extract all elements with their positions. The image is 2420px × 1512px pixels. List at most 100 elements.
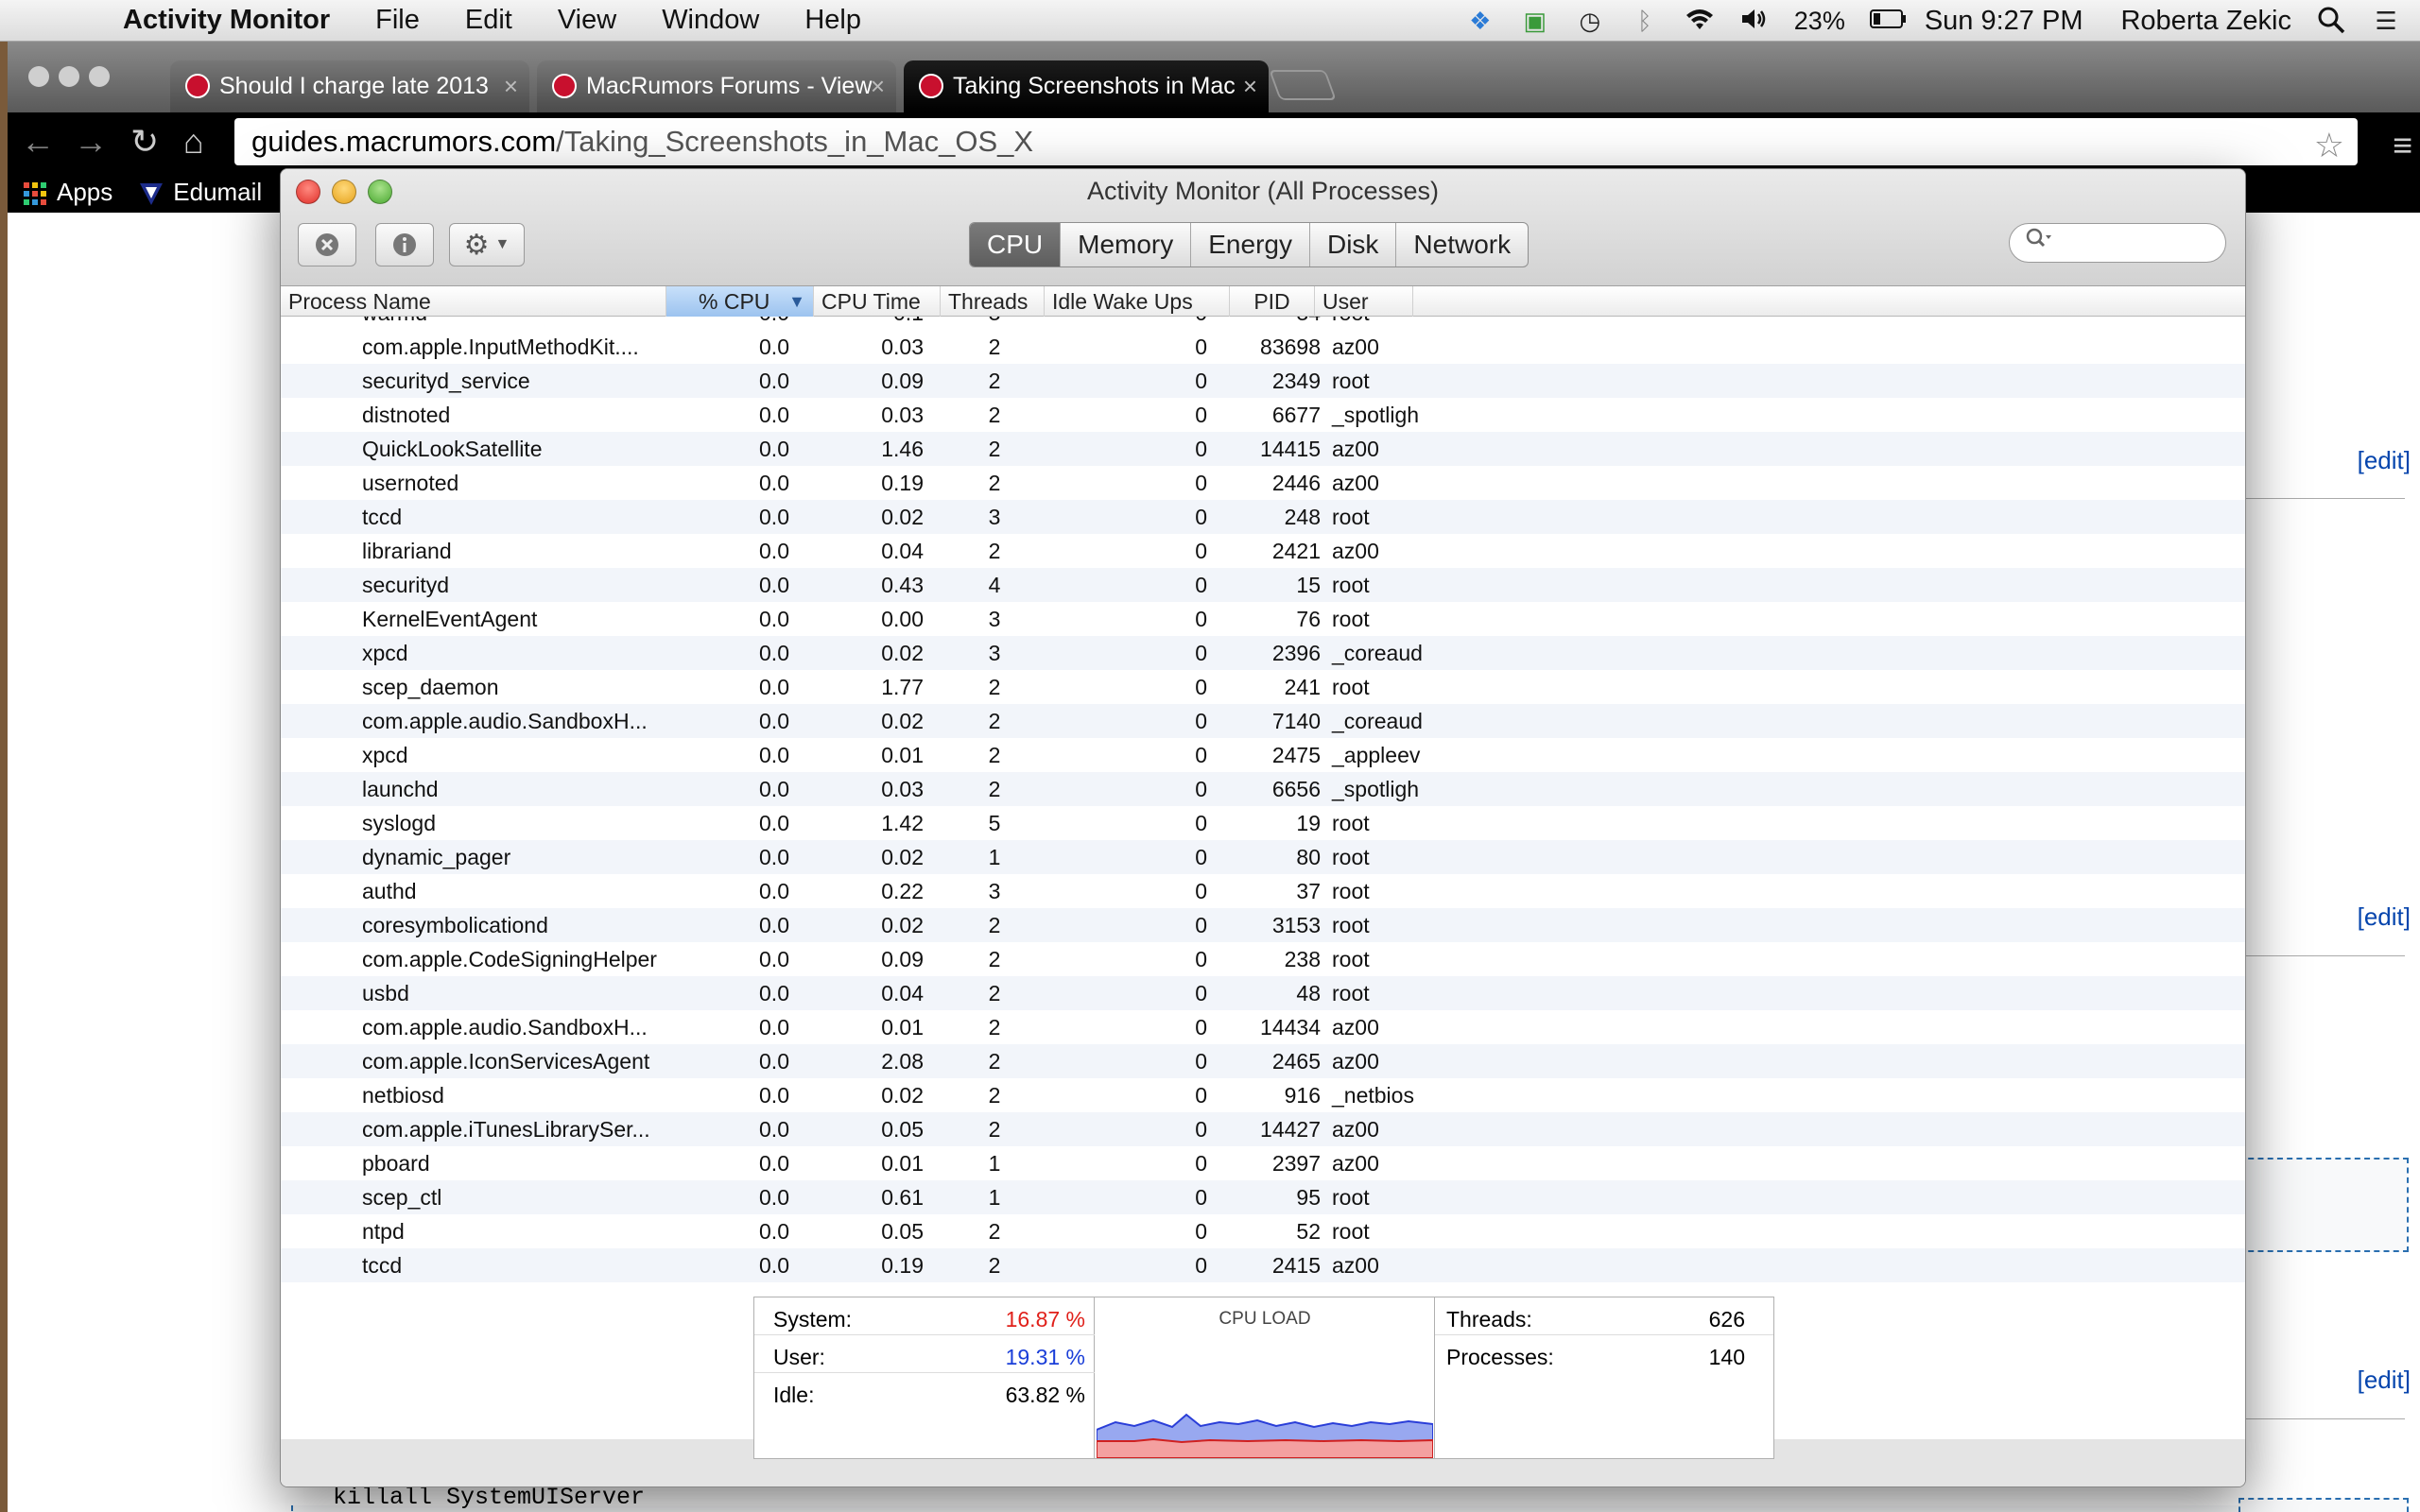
table-row[interactable]: netbiosd 0.0 0.02 2 0 916 _netbios (281, 1078, 2245, 1112)
battery-percent[interactable]: 23% (1794, 7, 1845, 36)
column-process-name[interactable]: Process Name (281, 286, 666, 317)
app-menu[interactable]: Activity Monitor (100, 5, 353, 36)
forward-icon[interactable]: → (74, 122, 108, 162)
table-row[interactable]: coresymbolicationd 0.0 0.02 2 0 3153 root (281, 908, 2245, 942)
browser-zoom-button[interactable] (89, 66, 110, 87)
table-row[interactable]: pboard 0.0 0.01 1 0 2397 az00 (281, 1146, 2245, 1180)
table-row[interactable]: com.apple.iTunesLibrarySer... 0.0 0.05 2 0 14… (281, 1112, 2245, 1146)
column-idle-wake-ups[interactable]: Idle Wake Ups (1045, 286, 1230, 317)
notification-center-icon[interactable]: ☰ (2371, 6, 2401, 36)
table-row[interactable]: usbd 0.0 0.04 2 0 48 root (281, 976, 2245, 1010)
inspect-process-button[interactable] (375, 223, 434, 266)
close-tab-icon[interactable]: × (871, 72, 885, 101)
cpu-percent: 0.0 (759, 505, 789, 529)
tab-title: Taking Screenshots in Mac (953, 73, 1236, 99)
table-row[interactable]: com.apple.CodeSigningHelper 0.0 0.09 2 0 238 r… (281, 942, 2245, 976)
tab-memory[interactable]: Memory (1061, 223, 1192, 266)
reload-icon[interactable]: ↻ (130, 122, 159, 162)
close-tab-icon[interactable]: × (1243, 72, 1257, 101)
table-row[interactable]: com.apple.InputMethodKit.... 0.0 0.03 2 0 836… (281, 330, 2245, 364)
menu-view[interactable]: View (535, 5, 639, 36)
edit-link-2[interactable]: [edit] (2358, 902, 2411, 932)
cpu-percent: 0.0 (759, 743, 789, 767)
browser-close-button[interactable] (28, 66, 49, 87)
bookmark-star-icon[interactable]: ☆ (2314, 122, 2344, 169)
new-tab-button[interactable] (1269, 70, 1337, 100)
action-menu-button[interactable]: ⚙ ▼ (449, 223, 525, 266)
table-row[interactable]: com.apple.audio.SandboxH... 0.0 0.01 2 0 1443… (281, 1010, 2245, 1044)
table-row[interactable]: xpcd 0.0 0.01 2 0 2475 _appleev (281, 738, 2245, 772)
browser-menu-icon[interactable]: ≡ (2393, 126, 2412, 165)
column-cpu-percent[interactable]: % CPU ▼ (666, 286, 814, 317)
table-row[interactable]: warmd 0.0 0.1 3 0 34 root (281, 317, 2245, 330)
table-row[interactable]: tccd 0.0 0.19 2 0 2415 az00 (281, 1248, 2245, 1282)
tab-cpu[interactable]: CPU (970, 223, 1062, 266)
table-row[interactable]: KernelEventAgent 0.0 0.00 3 0 76 root (281, 602, 2245, 636)
edit-link-1[interactable]: [edit] (2358, 446, 2411, 475)
search-field[interactable] (2009, 223, 2226, 263)
table-row[interactable]: QuickLookSatellite 0.0 1.46 2 0 14415 az00 (281, 432, 2245, 466)
process-name: usernoted (362, 471, 459, 495)
bookmark-apps[interactable]: Apps (23, 178, 112, 207)
back-icon[interactable]: ← (21, 122, 55, 162)
battery-icon[interactable] (1869, 6, 1906, 36)
address-bar[interactable]: guides.macrumors.com/Taking_Screenshots_… (234, 118, 2358, 165)
table-row[interactable]: com.apple.audio.SandboxH... 0.0 0.02 2 0 7140… (281, 704, 2245, 738)
column-user[interactable]: User (1315, 286, 1413, 317)
table-row[interactable]: ntpd 0.0 0.05 2 0 52 root (281, 1214, 2245, 1248)
dropbox-icon[interactable]: ❖ (1465, 6, 1495, 36)
tab-network[interactable]: Network (1396, 223, 1528, 266)
menu-file[interactable]: File (353, 5, 442, 36)
table-row[interactable]: xpcd 0.0 0.02 3 0 2396 _coreaud (281, 636, 2245, 670)
pid: 2397 (1271, 1151, 1321, 1176)
menu-help[interactable]: Help (782, 5, 884, 36)
table-row[interactable]: usernoted 0.0 0.19 2 0 2446 az00 (281, 466, 2245, 500)
table-row[interactable]: distnoted 0.0 0.03 2 0 6677 _spotligh (281, 398, 2245, 432)
wifi-icon[interactable] (1685, 6, 1715, 36)
time-machine-icon[interactable]: ◷ (1575, 6, 1605, 36)
table-row[interactable]: librariand 0.0 0.04 2 0 2421 az00 (281, 534, 2245, 568)
user-name[interactable]: Roberta Zekic (2120, 6, 2291, 37)
column-cpu-time[interactable]: CPU Time (814, 286, 941, 317)
clock[interactable]: Sun 9:27 PM (1925, 6, 2083, 37)
table-row[interactable]: securityd 0.0 0.43 4 0 15 root (281, 568, 2245, 602)
pid: 76 (1296, 607, 1321, 631)
column-threads[interactable]: Threads (941, 286, 1045, 317)
table-row[interactable]: scep_daemon 0.0 1.77 2 0 241 root (281, 670, 2245, 704)
table-row[interactable]: authd 0.0 0.22 3 0 37 root (281, 874, 2245, 908)
tab-energy[interactable]: Energy (1191, 223, 1310, 266)
tab-disk[interactable]: Disk (1310, 223, 1397, 266)
browser-tab-2[interactable]: MacRumors Forums - View × (537, 60, 896, 112)
table-row[interactable]: com.apple.IconServicesAgent 0.0 2.08 2 0 2465… (281, 1044, 2245, 1078)
pid: 916 (1284, 1083, 1321, 1108)
table-row[interactable]: dynamic_pager 0.0 0.02 1 0 80 root (281, 840, 2245, 874)
evernote-icon[interactable]: ▣ (1520, 6, 1550, 36)
browser-minimize-button[interactable] (59, 66, 79, 87)
table-row[interactable]: launchd 0.0 0.03 2 0 6656 _spotligh (281, 772, 2245, 806)
section-divider (2238, 1418, 2405, 1419)
bluetooth-icon[interactable]: ᛒ (1630, 6, 1660, 36)
table-row[interactable]: syslogd 0.0 1.42 5 0 19 root (281, 806, 2245, 840)
menu-edit[interactable]: Edit (442, 5, 535, 36)
close-tab-icon[interactable]: × (504, 72, 518, 101)
user: root (1332, 1219, 1370, 1244)
home-icon[interactable]: ⌂ (183, 122, 204, 162)
threads: 2 (988, 913, 1001, 937)
pid: 37 (1296, 879, 1321, 903)
browser-toolbar: ← → ↻ ⌂ guides.macrumors.com/Taking_Scre… (8, 112, 2420, 171)
edit-link-3[interactable]: [edit] (2358, 1366, 2411, 1395)
browser-tab-1[interactable]: Should I charge late 2013 × (170, 60, 529, 112)
pid: 95 (1296, 1185, 1321, 1210)
menu-window[interactable]: Window (639, 5, 782, 36)
browser-tab-3[interactable]: Taking Screenshots in Mac × (904, 60, 1269, 112)
column-pid[interactable]: PID (1230, 286, 1315, 317)
idle-wake-ups: 0 (1195, 573, 1207, 597)
spotlight-search-icon[interactable] (2316, 6, 2346, 36)
table-row[interactable]: scep_ctl 0.0 0.61 1 0 95 root (281, 1180, 2245, 1214)
table-row[interactable]: securityd_service 0.0 0.09 2 0 2349 root (281, 364, 2245, 398)
bookmark-edumail[interactable]: Edumail (139, 178, 262, 207)
volume-icon[interactable] (1739, 6, 1770, 36)
section-divider (2238, 498, 2405, 499)
table-row[interactable]: tccd 0.0 0.02 3 0 248 root (281, 500, 2245, 534)
quit-process-button[interactable] (298, 223, 356, 266)
